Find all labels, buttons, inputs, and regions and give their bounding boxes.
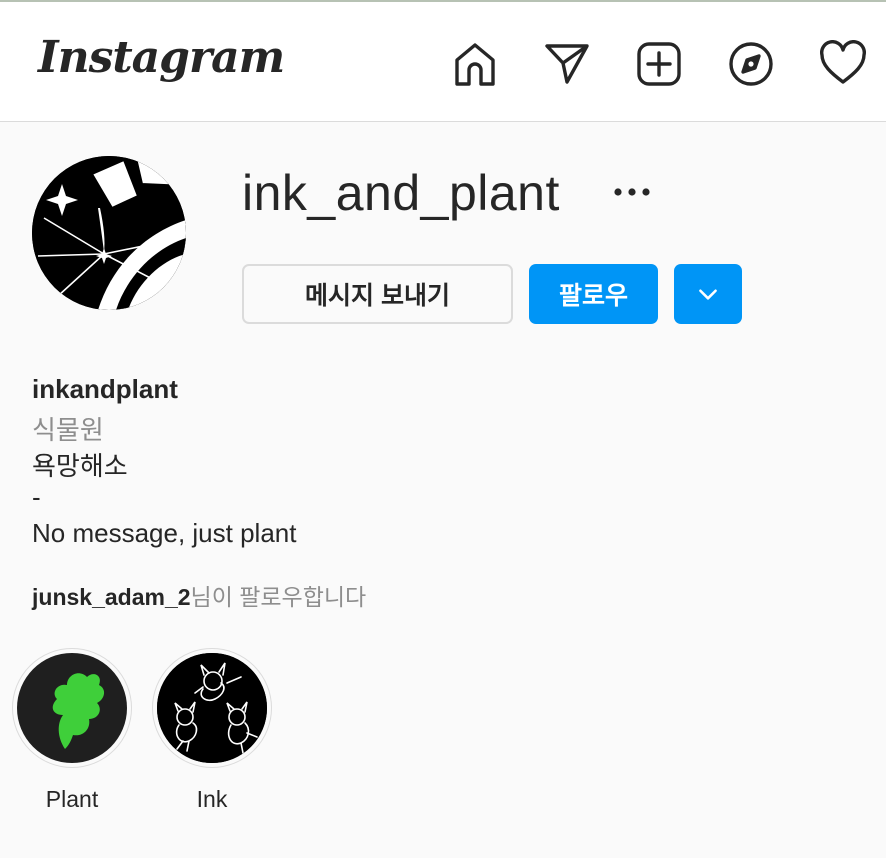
profile-category: 식물원 [32,415,104,445]
chevron-down-icon [699,289,717,300]
highlight-cover-ink [157,653,267,763]
leaf-icon [52,673,105,749]
followed-by-text[interactable]: junsk_adam_2님이 팔로우합니다 [32,578,366,612]
bio-line: - [32,482,41,512]
bio-line: No message, just plant [32,518,297,548]
new-post-icon[interactable] [635,40,683,88]
profile-avatar[interactable] [32,156,186,310]
suggested-accounts-dropdown-button[interactable] [674,264,742,324]
explore-icon[interactable] [727,40,775,88]
top-nav-bar: Instagram [0,2,886,122]
activity-heart-icon[interactable] [819,40,867,88]
highlight-label: Ink [196,786,228,812]
instagram-logo[interactable]: Instagram [38,32,285,83]
story-highlight-plant[interactable]: Plant [12,648,134,812]
followed-by-suffix: 님이 팔로우합니다 [190,584,367,610]
direct-message-icon[interactable] [543,40,591,88]
profile-username: ink_and_plant [242,165,560,221]
follower-username[interactable]: junsk_adam_2 [32,584,191,610]
profile-full-name: inkandplant [32,374,178,404]
more-options-icon[interactable] [608,174,656,210]
highlight-ring [12,648,132,768]
home-icon[interactable] [451,40,499,88]
story-highlight-ink[interactable]: Ink [152,648,274,812]
highlight-cover-plant [17,653,127,763]
bio-line: 욕망해소 [32,451,128,481]
highlight-label: Plant [45,786,99,812]
follow-button[interactable]: 팔로우 [529,264,658,324]
send-message-button[interactable]: 메시지 보내기 [242,264,513,324]
highlight-ring [152,648,272,768]
ink-illustration-icon [157,653,267,763]
